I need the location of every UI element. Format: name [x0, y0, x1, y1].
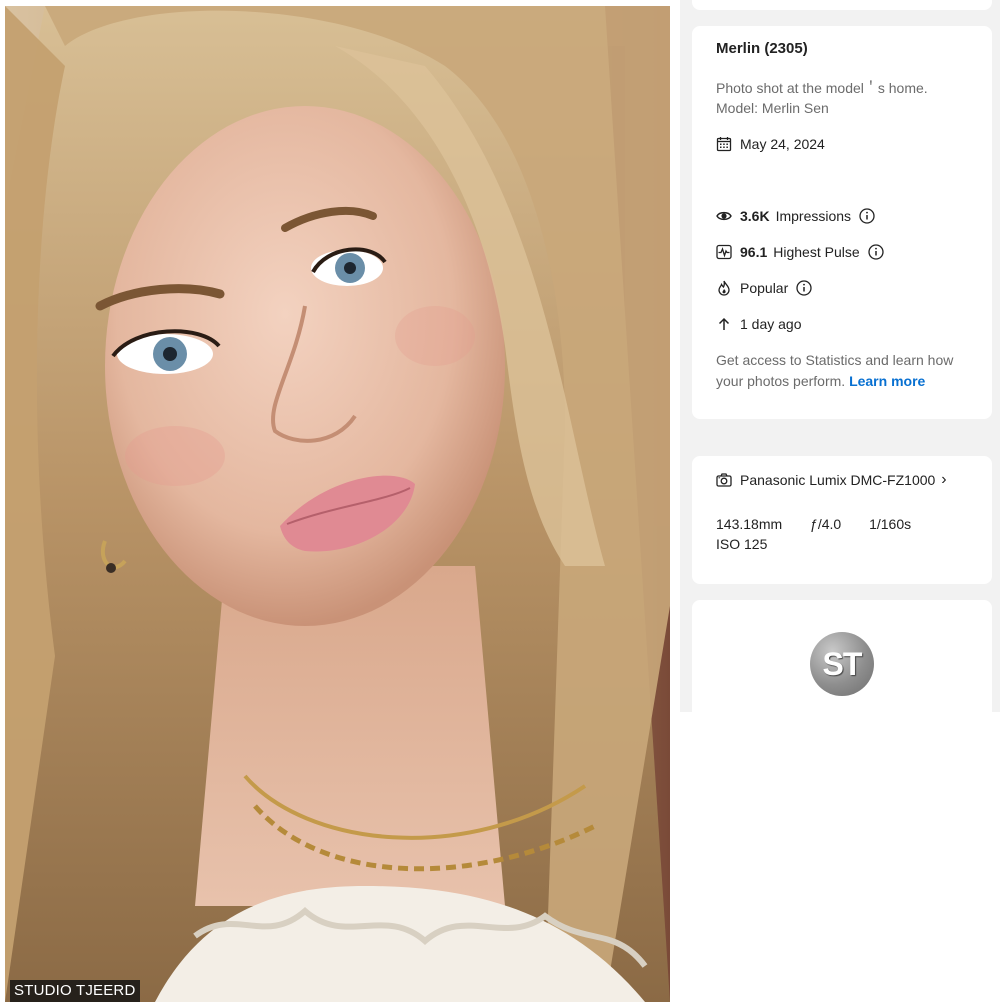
description-line-1: Photo shot at the model＇s home. [716, 80, 928, 96]
statistics-promo: Get access to Statistics and learn how y… [716, 350, 968, 392]
main-photo[interactable]: STUDIO TJEERD [5, 6, 670, 1002]
photo-detail-page: STUDIO TJEERD Merlin (2305) Photo shot a… [0, 0, 1000, 1002]
highest-pulse-row: 96.1 Highest Pulse [716, 242, 968, 262]
photo-info-sidebar: Merlin (2305) Photo shot at the model＇s … [680, 0, 1000, 752]
portrait-illustration [5, 6, 670, 1002]
photo-title: Merlin (2305) [716, 40, 808, 57]
avatar[interactable]: ST [810, 632, 874, 696]
camera-icon [716, 472, 732, 488]
shutter-speed: 1/160s [869, 516, 912, 532]
flame-icon [716, 280, 732, 296]
pulse-label: Highest Pulse [773, 244, 860, 260]
info-icon[interactable] [867, 244, 884, 260]
popular-row: Popular [716, 278, 968, 298]
impressions-value: 3.6K [740, 208, 770, 224]
impressions-row: 3.6K Impressions [716, 206, 968, 226]
camera-model-row[interactable]: Panasonic Lumix DMC-FZ1000 › [716, 470, 968, 490]
camera-model: Panasonic Lumix DMC-FZ1000 [740, 472, 936, 488]
calendar-icon [716, 136, 732, 152]
pulse-icon [716, 244, 732, 260]
popular-label: Popular [740, 280, 789, 296]
chevron-right-icon: › [941, 471, 947, 488]
previous-card-stub [692, 0, 992, 10]
photo-watermark: STUDIO TJEERD [10, 980, 140, 1002]
uploaded-time: 1 day ago [740, 316, 802, 332]
aperture: ƒ/4.0 [810, 516, 842, 532]
iso: ISO 125 [716, 536, 768, 552]
info-icon[interactable] [796, 280, 812, 296]
exif-specs: 143.18mm ƒ/4.0 1/160s ISO 125 [716, 514, 968, 554]
camera-info-card: Panasonic Lumix DMC-FZ1000 › 143.18mm ƒ/… [692, 456, 992, 584]
eye-icon [716, 208, 732, 224]
pulse-value: 96.1 [740, 244, 768, 260]
info-icon[interactable] [859, 208, 875, 224]
photo-description: Photo shot at the model＇s home. Model: M… [716, 78, 968, 118]
description-line-2: Model: Merlin Sen [716, 100, 829, 116]
uploaded-row: 1 day ago [716, 314, 968, 334]
focal-length: 143.18mm [716, 516, 783, 532]
photo-date: May 24, 2024 [740, 136, 825, 152]
arrow-up-icon [716, 316, 732, 332]
date-row: May 24, 2024 [716, 134, 968, 154]
impressions-label: Impressions [775, 208, 852, 224]
blank-area [680, 712, 1000, 1002]
learn-more-link[interactable]: Learn more [849, 373, 925, 389]
photo-info-card: Merlin (2305) Photo shot at the model＇s … [692, 26, 992, 419]
